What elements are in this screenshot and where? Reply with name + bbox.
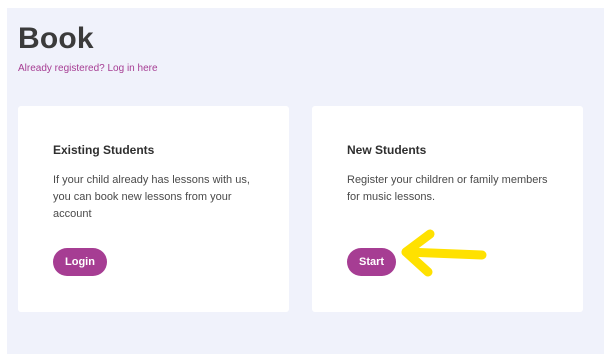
page-title: Book	[18, 22, 94, 55]
card-title-new: New Students	[347, 143, 427, 157]
card-description-new: Register your children or family members…	[347, 174, 548, 203]
new-students-card: New Students Register your children or f…	[312, 106, 583, 312]
login-button[interactable]: Login	[53, 248, 107, 276]
existing-students-card: Existing Students If your child already …	[18, 106, 289, 312]
arrow-annotation-icon	[401, 229, 487, 277]
arrow-shaft	[401, 247, 487, 260]
card-title-existing: Existing Students	[53, 143, 155, 157]
card-description-existing: If your child already has lessons with u…	[53, 174, 250, 220]
login-link[interactable]: Already registered? Log in here	[18, 63, 158, 74]
start-button[interactable]: Start	[347, 248, 397, 276]
